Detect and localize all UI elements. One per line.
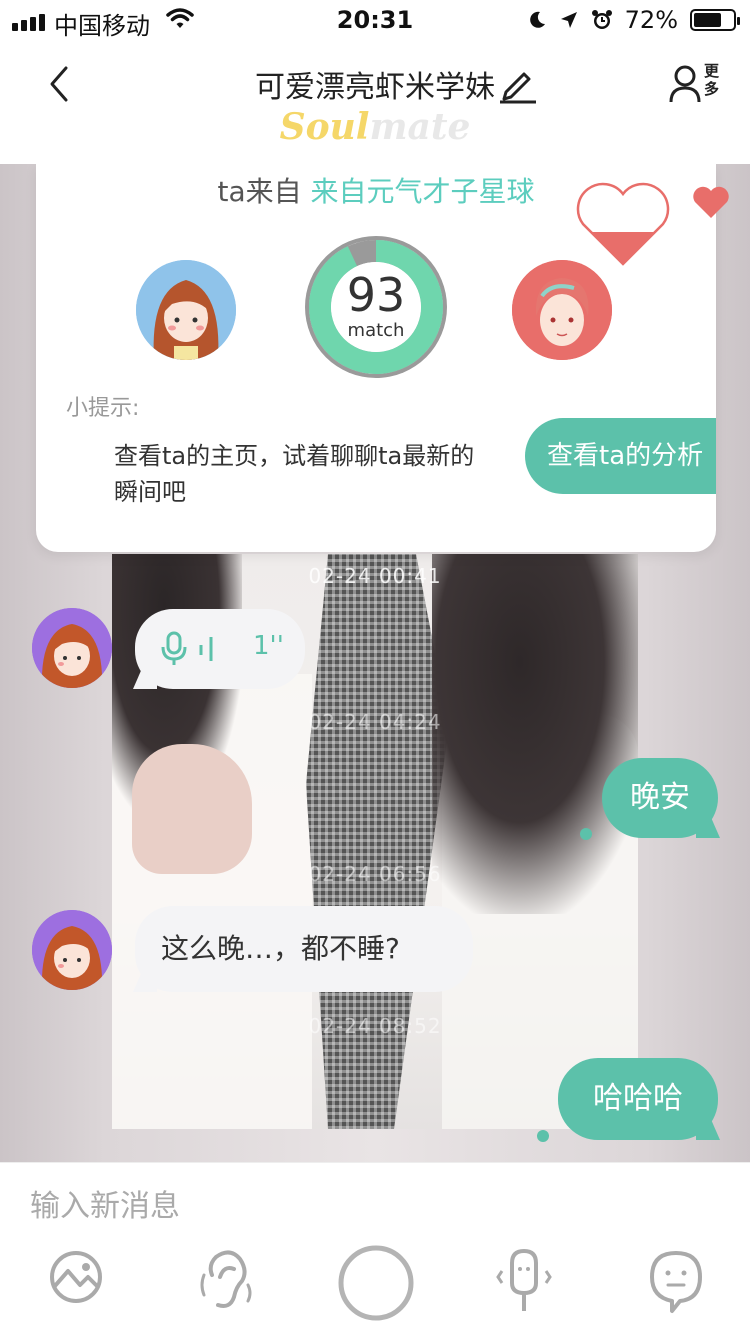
soulmate-logo: Soulmate: [279, 106, 471, 148]
timestamp: 02-24 04:24: [308, 710, 442, 734]
planet-name[interactable]: 来自元气才子星球: [311, 175, 535, 208]
outgoing-message-bubble[interactable]: 哈哈哈: [558, 1058, 718, 1140]
record-button-icon[interactable]: [336, 1243, 416, 1323]
match-card: ta来自 来自元气才子星球 93 match 小提示: 查看ta的主页，试着聊聊…: [36, 164, 729, 552]
chat-header: 可爱漂亮虾米学妹 更多 Soulmate: [0, 40, 750, 164]
read-indicator: [580, 828, 592, 840]
timestamp: 02-24 08:52: [308, 1014, 442, 1038]
partner-chat-avatar[interactable]: [32, 608, 112, 688]
sound-wave-icon: [199, 637, 213, 661]
more-button[interactable]: 更多: [668, 62, 726, 108]
match-score: 93: [346, 268, 406, 322]
microphone-icon: [161, 631, 187, 665]
match-score-gauge: 93 match: [303, 234, 449, 380]
message-input[interactable]: 输入新消息: [30, 1181, 180, 1225]
more-label: 更多: [704, 62, 720, 98]
view-analysis-button[interactable]: 查看ta的分析: [525, 418, 716, 494]
my-avatar[interactable]: [512, 260, 612, 360]
chat-title[interactable]: 可爱漂亮虾米学妹: [0, 62, 750, 106]
location-icon: [560, 12, 577, 28]
chat-area[interactable]: ta来自 来自元气才子星球 93 match 小提示: 查看ta的主页，试着聊聊…: [0, 164, 750, 1162]
tip-label: 小提示:: [66, 396, 140, 421]
user-profile-icon: [669, 65, 701, 103]
edit-pencil-icon[interactable]: [498, 66, 538, 104]
tip-text: 查看ta的主页，试着聊聊ta最新的瞬间吧: [114, 442, 475, 506]
ear-icon[interactable]: [196, 1247, 256, 1317]
partner-chat-avatar[interactable]: [32, 910, 112, 990]
toolbar: [0, 1245, 750, 1327]
battery-fill: [694, 13, 721, 27]
image-icon[interactable]: [46, 1247, 106, 1317]
incoming-message-bubble[interactable]: 这么晚…，都不睡?: [135, 906, 473, 992]
battery-icon: [690, 9, 740, 31]
alarm-icon: [591, 10, 612, 29]
emoji-icon[interactable]: [646, 1247, 706, 1317]
timestamp: 02-24 00:41: [308, 564, 442, 588]
moon-icon: [529, 11, 545, 28]
outgoing-message-bubble[interactable]: 晚安: [602, 758, 718, 838]
battery-percent: 72%: [624, 6, 678, 34]
partner-avatar[interactable]: [136, 260, 236, 360]
timestamp: 02-24 06:56: [308, 862, 442, 886]
read-indicator: [537, 1130, 549, 1142]
match-label: match: [347, 320, 405, 341]
voice-changer-icon[interactable]: [494, 1247, 554, 1317]
like-heart-icon[interactable]: [692, 186, 730, 220]
heart-meter-icon: [576, 182, 670, 266]
voice-message-bubble[interactable]: 1'': [135, 609, 305, 689]
voice-duration: 1'': [253, 631, 284, 661]
status-bar: 中国移动 20:31 72%: [0, 0, 750, 40]
message-input-bar: 输入新消息: [0, 1162, 750, 1334]
